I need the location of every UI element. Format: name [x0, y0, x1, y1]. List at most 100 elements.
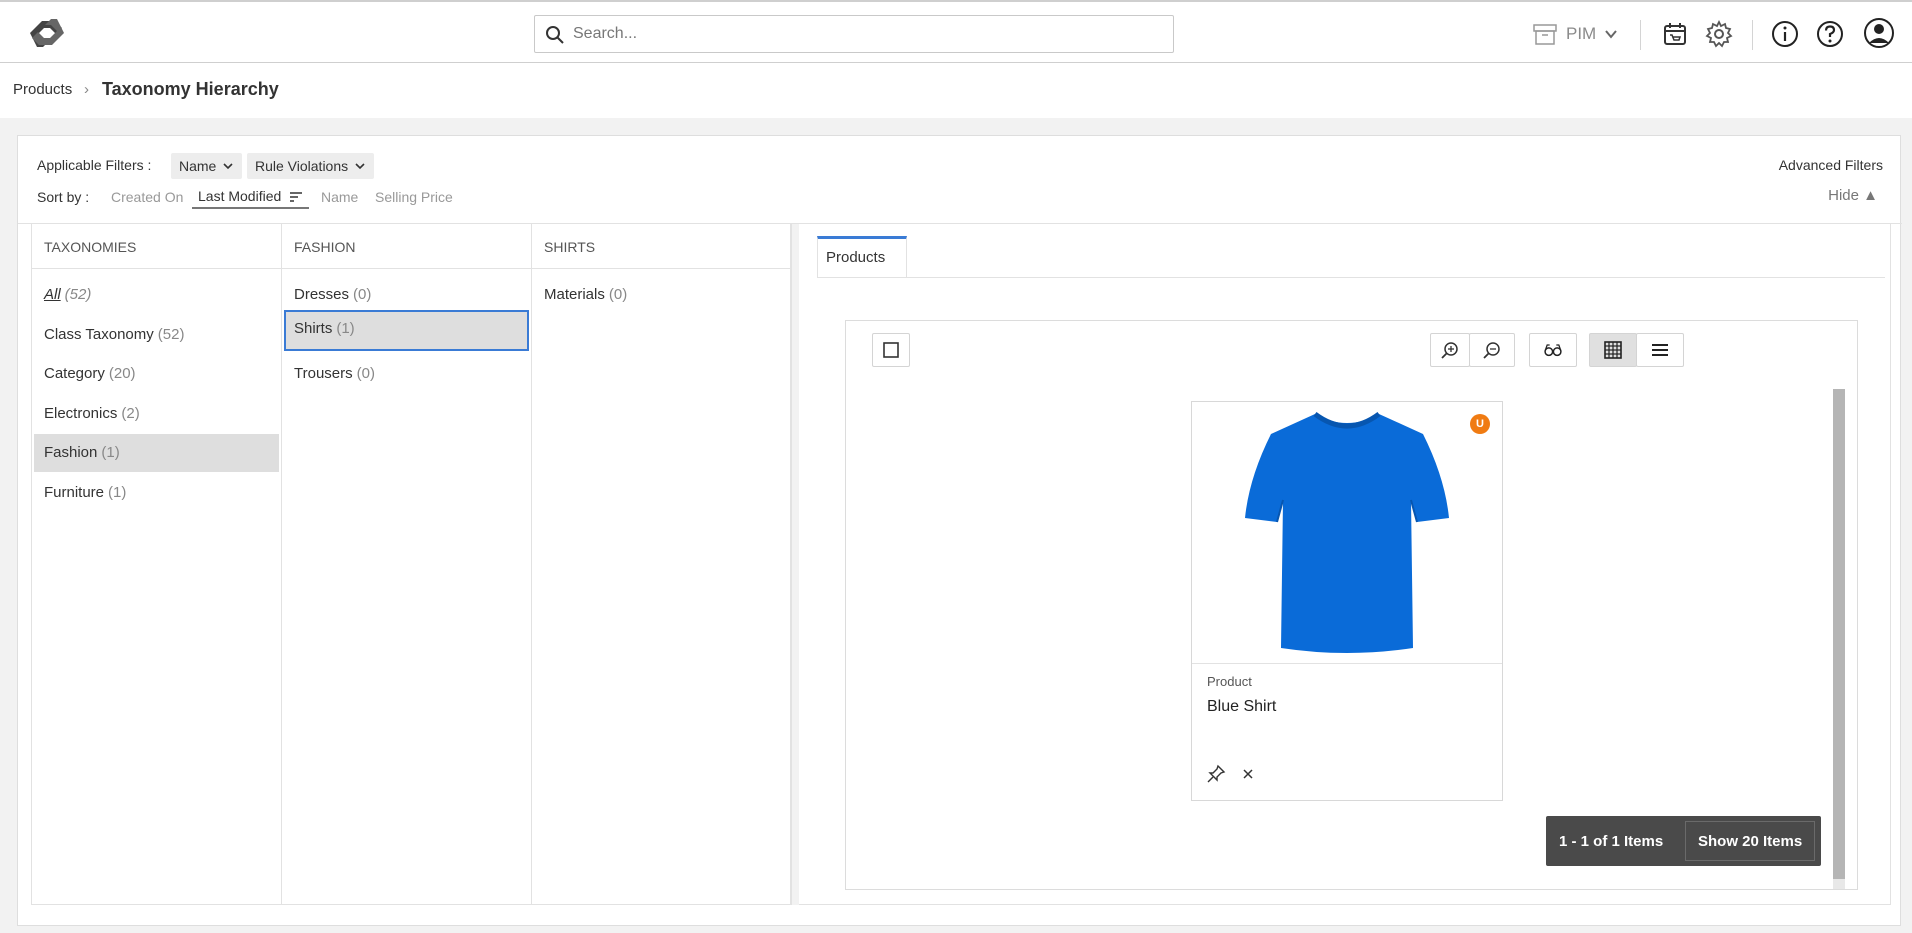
search-box[interactable] — [534, 15, 1174, 53]
item-name: Electronics — [44, 405, 118, 422]
sort-option-selling-price[interactable]: Selling Price — [375, 189, 453, 205]
advanced-filters-link[interactable]: Advanced Filters — [1779, 157, 1883, 173]
item-count: (0) — [353, 286, 372, 303]
item-count: (1) — [336, 320, 355, 337]
taxonomy-item-materials[interactable]: Materials (0) — [534, 276, 788, 314]
item-name: Class Taxonomy — [44, 326, 154, 343]
app-switcher-label: PIM — [1566, 24, 1597, 43]
item-count: (20) — [108, 365, 136, 382]
grid-scrollbar[interactable] — [1833, 389, 1845, 879]
chevron-down-icon — [223, 163, 233, 170]
column-header: FASHION — [282, 224, 531, 269]
gear-icon[interactable] — [1704, 19, 1734, 49]
column-header: TAXONOMIES — [32, 224, 281, 269]
glasses-icon — [1544, 344, 1562, 357]
breadcrumb-separator: › — [84, 81, 89, 98]
help-icon[interactable] — [1815, 19, 1845, 49]
results-pane: Products U Product Blue Shirt 1 - 1 of 1… — [791, 224, 1892, 905]
taxonomy-item-furniture[interactable]: Furniture (1) — [34, 474, 279, 512]
item-name: Furniture — [44, 484, 105, 501]
hide-filters-toggle[interactable]: Hide ▲ — [1828, 187, 1878, 204]
column-scrollbar[interactable] — [791, 224, 799, 905]
grid-view-button[interactable] — [1589, 333, 1637, 367]
taxonomy-item-class-taxonomy[interactable]: Class Taxonomy (52) — [34, 316, 279, 354]
pagination-info: 1 - 1 of 1 Items — [1559, 832, 1664, 850]
select-all-checkbox[interactable] — [872, 333, 910, 367]
taxonomy-item-fashion[interactable]: Fashion (1) — [34, 434, 279, 472]
user-icon[interactable] — [1863, 17, 1895, 49]
chevron-down-icon — [1605, 30, 1618, 39]
taxonomy-columns: TAXONOMIES All (52) Class Taxonomy (52) Ca… — [31, 224, 1891, 905]
pagination-bar: 1 - 1 of 1 Items Show 20 Items — [1546, 816, 1821, 866]
checkbox-icon — [883, 342, 899, 358]
close-icon[interactable] — [1240, 766, 1256, 782]
header-divider — [1752, 20, 1753, 50]
breadcrumb: Products › Taxonomy Hierarchy — [0, 63, 1912, 118]
item-count: (2) — [121, 405, 140, 422]
zoom-in-icon — [1441, 342, 1458, 359]
taxonomy-item-trousers[interactable]: Trousers (0) — [284, 355, 529, 393]
list-view-icon — [1652, 344, 1668, 356]
tshirt-image — [1245, 411, 1449, 653]
taxonomy-item-dresses[interactable]: Dresses (0) — [284, 276, 529, 314]
item-name: Dresses — [294, 286, 350, 303]
item-name: Category — [44, 365, 105, 382]
top-header: PIM — [0, 0, 1912, 63]
product-type: Product — [1207, 674, 1252, 689]
app-switcher[interactable]: PIM — [1532, 19, 1618, 49]
filter-chip-name[interactable]: Name — [171, 153, 243, 179]
item-name: Fashion — [44, 444, 98, 461]
list-view-button[interactable] — [1636, 333, 1684, 367]
logo-icon[interactable] — [22, 14, 72, 52]
pin-icon[interactable] — [1206, 764, 1226, 784]
taxonomy-item-category[interactable]: Category (20) — [34, 355, 279, 393]
header-divider — [1640, 20, 1641, 50]
filters-label: Applicable Filters : — [37, 157, 152, 173]
calendar-cart-icon[interactable] — [1660, 19, 1690, 49]
item-name: Trousers — [294, 365, 353, 382]
item-name: All — [44, 286, 61, 303]
tab-products[interactable]: Products — [817, 236, 907, 278]
product-image — [1192, 402, 1502, 664]
sort-option-created-on[interactable]: Created On — [111, 189, 183, 205]
column-fashion: FASHION Dresses (0) Shirts (1) Trousers (0) — [282, 224, 532, 905]
product-grid: U Product Blue Shirt 1 - 1 of 1 Items Sh… — [845, 320, 1858, 890]
zoom-out-button[interactable] — [1469, 333, 1515, 367]
breadcrumb-products-link[interactable]: Products — [13, 81, 72, 98]
search-input[interactable] — [573, 18, 1163, 50]
column-header: SHIRTS — [532, 224, 790, 269]
product-name[interactable]: Blue Shirt — [1207, 698, 1276, 716]
zoom-out-icon — [1483, 342, 1500, 359]
chevron-down-icon — [355, 163, 365, 170]
column-taxonomies: TAXONOMIES All (52) Class Taxonomy (52) Ca… — [32, 224, 282, 905]
taxonomy-item-all[interactable]: All (52) — [34, 276, 279, 314]
item-name: Shirts — [294, 320, 333, 337]
taxonomy-item-electronics[interactable]: Electronics (2) — [34, 395, 279, 433]
sort-option-name[interactable]: Name — [321, 189, 358, 205]
sort-option-label: Last Modified — [198, 188, 282, 204]
archive-icon — [1533, 24, 1557, 45]
page-title: Taxonomy Hierarchy — [102, 79, 279, 99]
sort-option-last-modified[interactable]: Last Modified — [192, 185, 310, 209]
item-count: (52) — [157, 326, 185, 343]
search-icon — [546, 26, 564, 44]
main-panel: Applicable Filters : Name Rule Violation… — [17, 135, 1902, 926]
grid-scrollbar-track — [1833, 879, 1845, 889]
item-name: Materials — [544, 286, 605, 303]
taxonomy-item-shirts[interactable]: Shirts (1) — [284, 310, 529, 351]
product-card[interactable]: U Product Blue Shirt — [1191, 401, 1503, 801]
tab-divider — [817, 277, 1885, 278]
column-shirts: SHIRTS Materials (0) — [532, 224, 791, 905]
item-count: (1) — [108, 484, 127, 501]
sort-lines-icon — [290, 192, 303, 202]
item-count: (1) — [101, 444, 120, 461]
item-count: (0) — [608, 286, 628, 303]
show-items-button[interactable]: Show 20 Items — [1685, 821, 1816, 861]
zoom-in-button[interactable] — [1430, 333, 1470, 367]
info-icon[interactable] — [1770, 19, 1800, 49]
filter-chip-rule-violations[interactable]: Rule Violations — [247, 153, 375, 179]
grid-view-icon — [1604, 341, 1622, 359]
item-count: (52) — [64, 286, 92, 303]
filter-chip-label: Rule Violations — [255, 158, 349, 174]
preview-button[interactable] — [1529, 333, 1577, 367]
